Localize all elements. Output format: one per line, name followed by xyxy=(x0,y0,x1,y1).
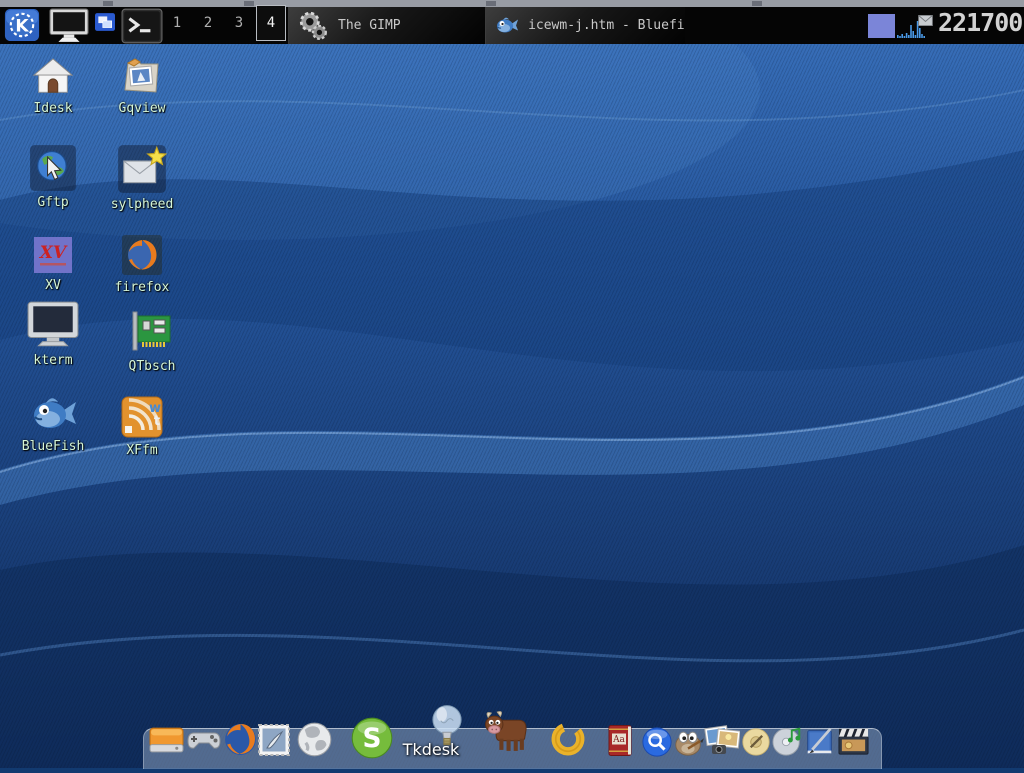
globe-cursor-icon xyxy=(29,144,77,192)
search-icon xyxy=(641,726,673,758)
desktop-icon-label: kterm xyxy=(33,353,72,368)
circuit-card-icon xyxy=(128,308,176,356)
desktop-icon-label: Idesk xyxy=(33,101,72,116)
desktop-icon-label: Gqview xyxy=(119,101,166,116)
mail-star-icon xyxy=(117,144,167,194)
movie-clapper-icon xyxy=(837,724,870,757)
office-icon xyxy=(549,720,587,758)
music-cd-icon xyxy=(772,725,804,757)
desktop-icon-gqview[interactable]: Gqview xyxy=(96,54,188,116)
blue-fish-icon xyxy=(28,392,78,436)
gimp-wilber-icon xyxy=(672,726,704,758)
dock-item-cow[interactable] xyxy=(482,709,529,754)
bluefish-icon xyxy=(494,12,519,39)
dock-item-dictionary[interactable]: Aa xyxy=(604,723,638,758)
desktop-icon-xv[interactable]: XV XV xyxy=(7,235,99,293)
window-list-icon xyxy=(95,13,115,31)
taskbar-task-bluefish[interactable]: icewm-j.htm - Bluefis... xyxy=(485,7,685,44)
mail-stamp-icon xyxy=(257,723,291,757)
disc-icon xyxy=(741,727,771,757)
desktop-icon-bluefish[interactable]: BlueFish xyxy=(7,392,99,454)
dock-item-gamepad[interactable] xyxy=(186,724,222,758)
workspace-button-4[interactable]: 4 xyxy=(256,5,286,41)
monitor-icon xyxy=(26,300,80,350)
desktop-icon-idesk[interactable]: Idesk xyxy=(7,56,99,116)
strip-tick xyxy=(486,1,496,6)
show-desktop-monitor-icon xyxy=(46,8,92,44)
kde-start-icon: K xyxy=(4,9,40,41)
dock-item-disc[interactable] xyxy=(741,727,771,757)
desktop-icon-kterm[interactable]: kterm xyxy=(7,300,99,368)
svg-text:t: t xyxy=(154,414,160,429)
dock-item-mail[interactable] xyxy=(257,723,291,757)
desktop-icon-label: XV xyxy=(45,278,61,293)
gimp-gears-icon xyxy=(297,10,329,42)
desktop-icon-label: BlueFish xyxy=(22,439,85,454)
dock-item-journal[interactable] xyxy=(804,726,835,757)
desktop-icon-label: sylpheed xyxy=(111,197,174,212)
taskbar-top-strip xyxy=(0,0,1024,7)
dock-item-search[interactable] xyxy=(641,726,673,758)
dictionary-icon: Aa xyxy=(604,723,638,758)
dock-item-movie[interactable] xyxy=(837,724,870,757)
mailbox-icon[interactable] xyxy=(918,15,933,26)
dock-item-office[interactable] xyxy=(549,720,587,758)
dock-item-gimp[interactable] xyxy=(672,726,704,758)
desktop-icon-sylpheed[interactable]: sylpheed xyxy=(96,144,188,212)
dock-item-music[interactable] xyxy=(772,725,804,757)
svg-text:XV: XV xyxy=(39,243,68,263)
desktop-icon-gftp[interactable]: Gftp xyxy=(7,144,99,210)
svg-text:K: K xyxy=(15,16,29,36)
workspace-button-2[interactable]: 2 xyxy=(193,5,223,41)
xv-logo-icon: XV xyxy=(31,235,75,275)
svg-text:S: S xyxy=(362,723,381,754)
terminal-launcher-button[interactable] xyxy=(121,8,163,44)
dock-item-firefox[interactable] xyxy=(223,722,258,757)
dock-item-removable-drive[interactable] xyxy=(149,722,184,757)
removable-drive-icon xyxy=(149,722,184,757)
svg-text:Aa: Aa xyxy=(612,735,625,745)
task-label: icewm-j.htm - Bluefis... xyxy=(528,18,685,33)
dock-item-skype[interactable]: S xyxy=(350,716,394,760)
task-label: The GIMP xyxy=(338,18,401,33)
dock-item-globe[interactable] xyxy=(296,721,333,758)
window-list-button[interactable] xyxy=(95,13,115,31)
strip-tick xyxy=(752,1,762,6)
dock-item-label-tkdesk: Tkdesk xyxy=(398,740,464,759)
gamepad-icon xyxy=(186,724,222,758)
journal-pen-icon xyxy=(804,726,835,757)
taskbar-clock[interactable]: 221700 xyxy=(938,9,1022,37)
cow-icon xyxy=(482,709,529,754)
show-desktop-button[interactable] xyxy=(46,8,92,44)
dock-item-photos[interactable] xyxy=(704,723,740,757)
desktop-icon-xffm[interactable]: w t XFfm xyxy=(96,394,188,458)
cpu-monitor-applet[interactable] xyxy=(868,14,895,38)
desktop-icon-label: XFfm xyxy=(126,443,157,458)
strip-tick xyxy=(103,1,113,6)
photos-icon xyxy=(704,723,740,757)
globe-icon xyxy=(296,721,333,758)
desktop-icon-label: firefox xyxy=(115,280,170,295)
workspace-button-3[interactable]: 3 xyxy=(224,5,254,41)
terminal-icon xyxy=(121,8,163,44)
desktop-icon-label: QTbsch xyxy=(129,359,176,374)
taskbar-task-gimp[interactable]: The GIMP xyxy=(288,7,485,44)
firefox-icon xyxy=(223,722,258,757)
desktop-icon-label: Gftp xyxy=(37,195,68,210)
taskbar: K 1 2 3 4 xyxy=(0,0,1024,44)
workspace-button-1[interactable]: 1 xyxy=(162,5,192,41)
image-folder-icon xyxy=(120,54,164,98)
skype-icon: S xyxy=(350,716,394,760)
start-menu-button[interactable]: K xyxy=(4,9,40,41)
firefox-icon xyxy=(120,233,164,277)
home-icon xyxy=(32,56,74,98)
xffm-icon: w t xyxy=(119,394,165,440)
desktop-icon-firefox[interactable]: firefox xyxy=(96,233,188,295)
desktop-icon-qtbsch[interactable]: QTbsch xyxy=(106,308,198,374)
